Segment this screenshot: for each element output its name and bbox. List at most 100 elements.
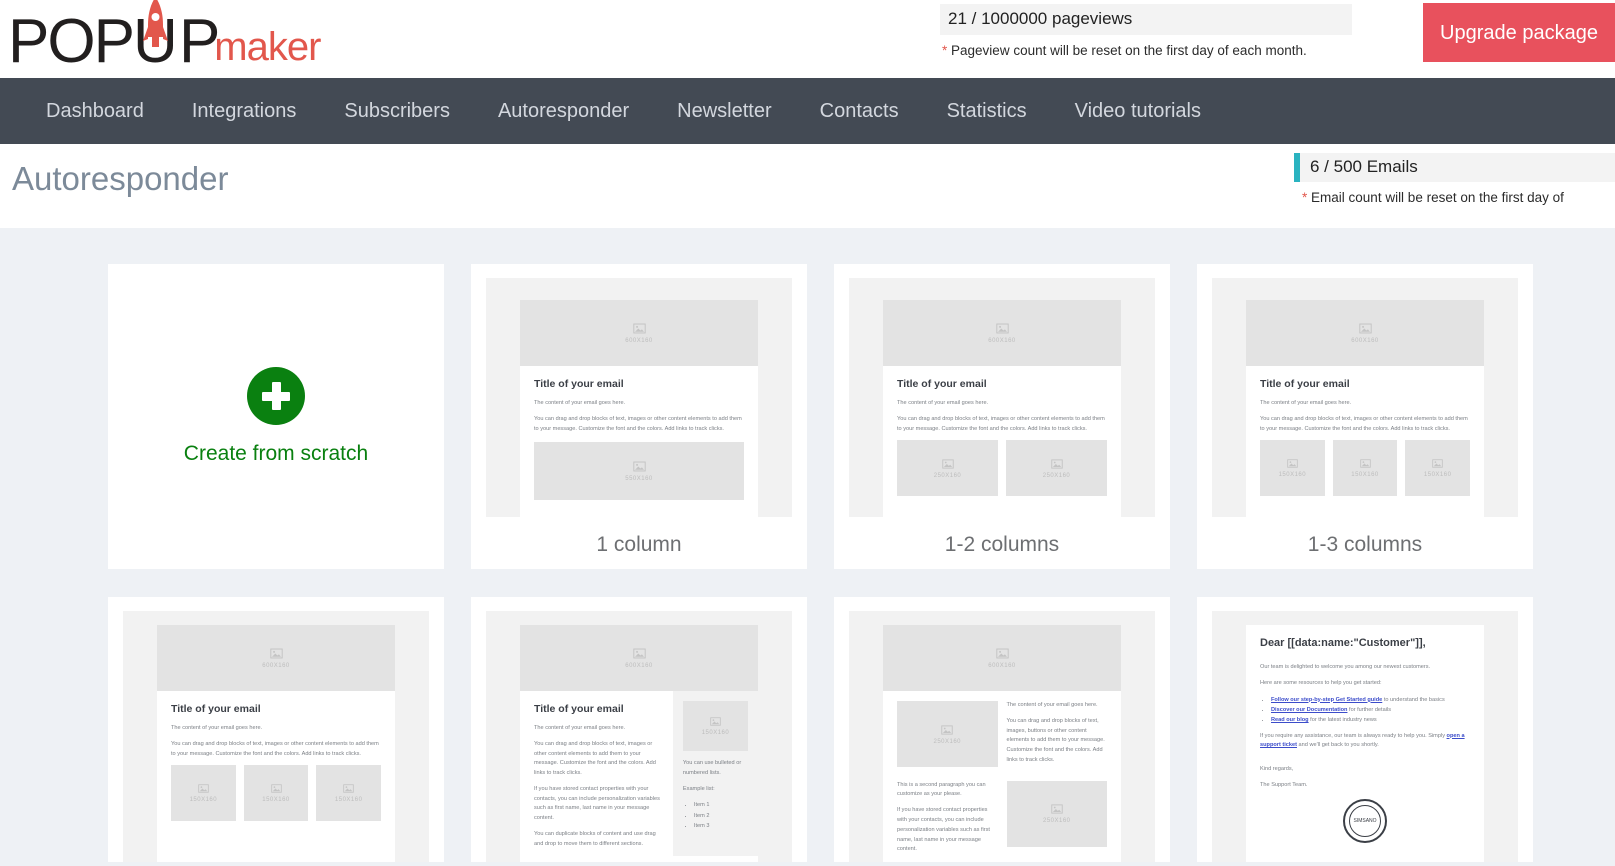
template-card-welcome-email[interactable]: Dear [[data:name:"Customer"]], Our team … — [1197, 597, 1533, 862]
placeholder-size: 600X160 — [625, 338, 653, 344]
email-body: Dear [[data:name:"Customer"]], Our team … — [1246, 625, 1484, 843]
logo-maker: maker — [214, 25, 321, 69]
template-card-row2-3[interactable]: 600X160 250X160 The content of your emai… — [834, 597, 1170, 862]
pageview-count: 21 / 1000000 pageviews — [940, 4, 1352, 35]
image-placeholder-hero: 600X160 — [520, 300, 758, 366]
email-intro: The content of your email goes here. — [534, 400, 626, 406]
app-logo[interactable]: POPU Pmaker — [8, 0, 321, 73]
welcome-resources-list: Follow our step-by-step Get Started guid… — [1260, 695, 1470, 726]
email-note: * Email count will be reset on the first… — [1294, 190, 1615, 205]
support-pre: If you require any assistance, our team … — [1260, 732, 1447, 739]
template-card-row2-2[interactable]: 600X160 Title of your email The content … — [471, 597, 807, 862]
list-item: Item 1 — [694, 800, 748, 810]
documentation-link[interactable]: Discover our Documentation — [1271, 707, 1347, 713]
email-preview: 600X160 Title of your email The content … — [157, 625, 395, 862]
email-duplicate: You can duplicate blocks of content and … — [534, 831, 656, 847]
image-placeholder-third: 150X160 — [243, 765, 309, 822]
template-card-1-3-columns[interactable]: 600X160 Title of your email The content … — [1197, 264, 1533, 569]
placeholder-size: 600X160 — [988, 338, 1016, 344]
list-item: Discover our Documentation for further d… — [1271, 705, 1470, 715]
email-title: Title of your email — [897, 378, 987, 390]
nav-item-integrations[interactable]: Integrations — [168, 78, 321, 144]
image-icon — [198, 783, 209, 794]
main-navigation: Dashboard Integrations Subscribers Autor… — [0, 78, 1615, 144]
placeholder-size: 600X160 — [988, 663, 1016, 669]
nav-item-video-tutorials[interactable]: Video tutorials — [1051, 78, 1225, 144]
image-placeholder-third: 150X160 — [1332, 440, 1398, 497]
placeholder-size: 150X160 — [701, 730, 730, 736]
rocket-icon — [142, 0, 168, 47]
nav-item-statistics[interactable]: Statistics — [923, 78, 1051, 144]
get-started-guide-link[interactable]: Follow our step-by-step Get Started guid… — [1271, 697, 1382, 703]
nav-item-autoresponder[interactable]: Autoresponder — [474, 78, 653, 144]
bullet-rest: to understand the basics — [1382, 696, 1445, 703]
email-dragdrop-buttons: You can drag and drop blocks of text, im… — [1006, 717, 1105, 763]
email-title: Title of your email — [1260, 378, 1350, 390]
email-body: Title of your email The content of your … — [157, 691, 395, 759]
template-card-1-column[interactable]: 600X160 Title of your email The content … — [471, 264, 807, 569]
nav-item-dashboard[interactable]: Dashboard — [22, 78, 168, 144]
stamp-text: SIMSANO — [1353, 817, 1377, 824]
email-preview: 600X160 Title of your email The content … — [1246, 300, 1484, 517]
email-personalization: If you have stored contact properties wi… — [534, 785, 660, 822]
blog-link[interactable]: Read our blog — [1271, 717, 1309, 723]
template-thumbnail: 600X160 Title of your email The content … — [123, 611, 429, 862]
note-asterisk: * — [1302, 190, 1308, 205]
welcome-support-line: If you require any assistance, our team … — [1260, 732, 1470, 752]
sidebar-column: 150X160 You can use bulleted or numbered… — [672, 691, 758, 856]
alternating-layout: 250X160 The content of your email goes h… — [883, 691, 1121, 861]
email-preview: 600X160 Title of your email The content … — [520, 625, 758, 862]
image-icon — [941, 724, 953, 736]
email-dragdrop: You can drag and drop blocks of text, im… — [534, 415, 742, 432]
pageview-note: * Pageview count will be reset on the fi… — [940, 43, 1352, 58]
email-count: 6 / 500 Emails — [1294, 153, 1615, 182]
placeholder-size: 250X160 — [1042, 472, 1071, 479]
template-thumbnail: 600X160 Title of your email The content … — [486, 278, 792, 517]
email-body: Title of your email The content of your … — [520, 366, 758, 434]
image-icon — [632, 460, 646, 473]
image-placeholder-hero: 600X160 — [1246, 300, 1484, 366]
create-from-scratch-card[interactable]: Create from scratch — [108, 264, 444, 569]
email-dragdrop: You can drag and drop blocks of text, im… — [1260, 415, 1468, 432]
upgrade-package-button[interactable]: Upgrade package — [1423, 3, 1615, 62]
list-item: Read our blog for the latest industry ne… — [1271, 715, 1470, 725]
pageview-usage: 21 / 1000000 pageviews * Pageview count … — [940, 4, 1352, 58]
email-note-text: Email count will be reset on the first d… — [1311, 190, 1564, 205]
support-post: and we'll get back to you shortly. — [1297, 742, 1379, 749]
image-icon — [995, 647, 1009, 660]
template-card-1-2-columns[interactable]: 600X160 Title of your email The content … — [834, 264, 1170, 569]
template-card-row2-1[interactable]: 600X160 Title of your email The content … — [108, 597, 444, 862]
image-placeholder-half: 250X160 — [897, 440, 998, 497]
logo-wordmark: POPU Pmaker — [8, 0, 321, 73]
image-placeholder-hero: 600X160 — [520, 625, 758, 691]
placeholder-size: 150X160 — [1278, 472, 1307, 479]
template-label: 1-3 columns — [1307, 533, 1423, 556]
email-dragdrop: You can drag and drop blocks of text, im… — [534, 740, 656, 777]
image-placeholder-wide: 550X160 — [534, 442, 744, 501]
logo-p: P — [178, 7, 220, 76]
image-icon — [632, 647, 646, 660]
image-icon — [269, 647, 283, 660]
image-icon — [1287, 458, 1298, 469]
stamp-logo-icon: SIMSANO — [1343, 798, 1387, 843]
image-icon — [1432, 458, 1443, 469]
page-header: Autoresponder 6 / 500 Emails * Email cou… — [0, 144, 1615, 228]
nav-item-contacts[interactable]: Contacts — [796, 78, 923, 144]
nav-item-subscribers[interactable]: Subscribers — [320, 78, 474, 144]
email-intro: The content of your email goes here. — [897, 400, 989, 406]
image-placeholder-hero: 600X160 — [883, 300, 1121, 366]
three-column-images: 150X160 150X160 150X160 — [1246, 440, 1484, 497]
nav-item-newsletter[interactable]: Newsletter — [653, 78, 795, 144]
email-personalization: If you have stored contact properties wi… — [897, 807, 990, 853]
welcome-greeting: Dear [[data:name:"Customer"]], — [1260, 637, 1426, 649]
image-icon — [1358, 322, 1372, 335]
placeholder-size: 150X160 — [1423, 472, 1452, 479]
placeholder-size: 250X160 — [1042, 818, 1071, 825]
note-asterisk: * — [942, 43, 948, 58]
placeholder-size: 600X160 — [625, 663, 653, 669]
plus-circle-icon — [247, 367, 305, 425]
image-icon — [343, 783, 354, 794]
email-intro: The content of your email goes here. — [534, 725, 626, 731]
bulleted-intro: You can use bulleted or numbered lists. — [682, 760, 742, 776]
placeholder-size: 150X160 — [262, 797, 290, 804]
